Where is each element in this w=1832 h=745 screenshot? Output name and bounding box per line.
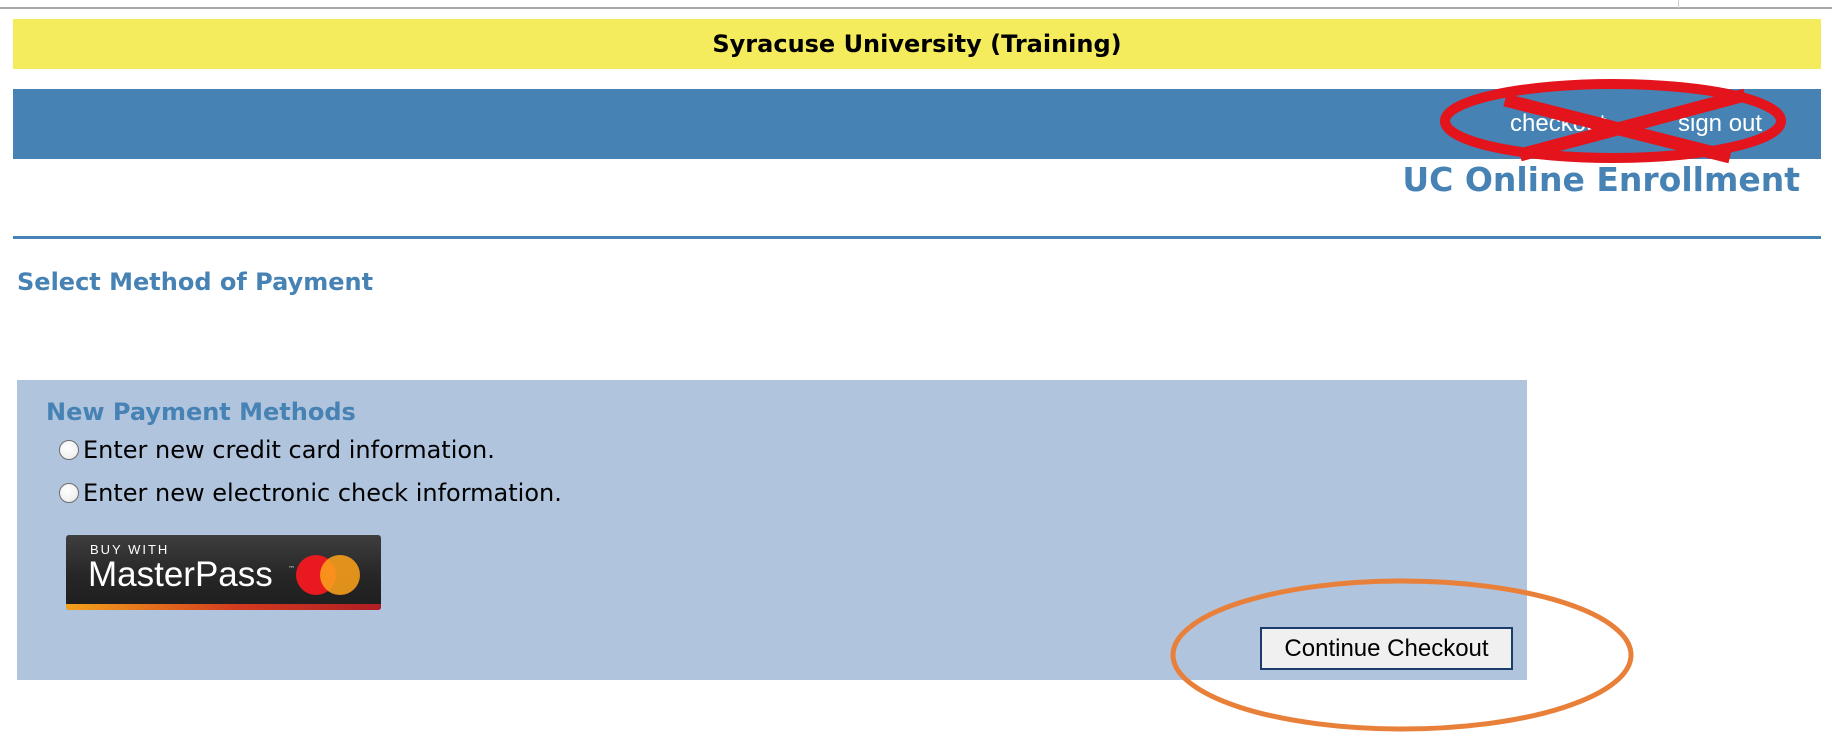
nav-bar: checkout sign out — [13, 89, 1821, 159]
electronic-check-label: Enter new electronic check information. — [83, 479, 562, 507]
sign-out-link[interactable]: sign out — [1678, 89, 1762, 159]
credit-card-radio[interactable] — [59, 440, 79, 460]
credit-card-label: Enter new credit card information. — [83, 436, 495, 464]
electronic-check-radio[interactable] — [59, 483, 79, 503]
masterpass-brand: MasterPass — [88, 555, 273, 594]
payment-methods-panel: New Payment Methods Enter new credit car… — [17, 380, 1527, 680]
masterpass-button[interactable]: BUY WITH MasterPass ™ — [66, 535, 381, 610]
site-banner: Syracuse University (Training) — [13, 19, 1821, 69]
app-title: UC Online Enrollment — [1402, 160, 1800, 199]
mastercard-logo-icon — [296, 555, 360, 595]
header-divider — [13, 236, 1821, 239]
electronic-check-option[interactable]: Enter new electronic check information. — [59, 477, 562, 509]
institution-name: Syracuse University (Training) — [712, 30, 1122, 58]
continue-checkout-button[interactable]: Continue Checkout — [1260, 627, 1513, 670]
credit-card-option[interactable]: Enter new credit card information. — [59, 434, 495, 466]
masterpass-trademark: ™ — [288, 565, 295, 573]
top-border — [0, 7, 1832, 9]
masterpass-stripe — [66, 604, 381, 610]
payment-methods-heading: New Payment Methods — [46, 398, 356, 426]
checkout-link[interactable]: checkout — [1510, 89, 1606, 159]
top-border-tick — [1678, 0, 1679, 8]
page-title: Select Method of Payment — [17, 268, 374, 296]
